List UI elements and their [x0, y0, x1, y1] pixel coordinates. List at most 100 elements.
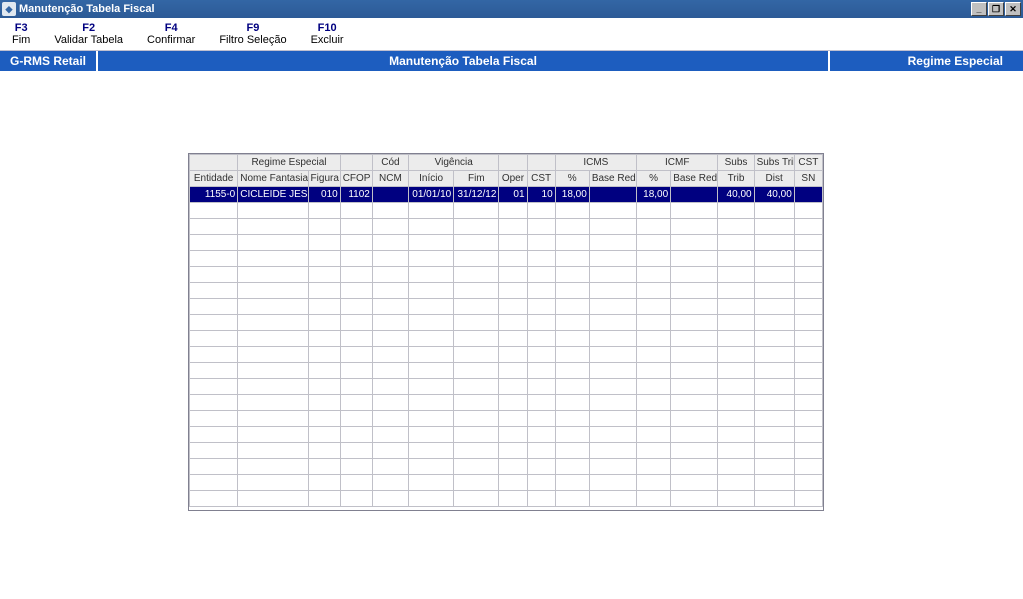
cell[interactable] [340, 491, 372, 507]
cell[interactable]: 40,00 [718, 187, 754, 203]
cell[interactable] [499, 235, 527, 251]
cell[interactable] [794, 459, 822, 475]
cell[interactable] [499, 459, 527, 475]
cell[interactable] [238, 443, 308, 459]
data-grid[interactable]: Regime EspecialCódVigênciaICMSICMFSubsSu… [189, 154, 823, 507]
cell[interactable] [454, 299, 499, 315]
cell[interactable] [754, 251, 794, 267]
cell[interactable] [409, 315, 454, 331]
restore-button[interactable]: ❐ [988, 2, 1004, 16]
cell[interactable] [527, 251, 555, 267]
cell[interactable] [555, 299, 589, 315]
cell[interactable] [555, 331, 589, 347]
cell[interactable] [238, 315, 308, 331]
cell[interactable] [637, 299, 671, 315]
cell[interactable] [589, 267, 636, 283]
cell[interactable] [671, 283, 718, 299]
table-row[interactable] [190, 203, 823, 219]
cell[interactable] [308, 395, 340, 411]
cell[interactable] [372, 459, 408, 475]
table-row[interactable] [190, 315, 823, 331]
cell[interactable] [454, 459, 499, 475]
cell[interactable] [454, 475, 499, 491]
cell[interactable] [527, 347, 555, 363]
cell[interactable] [499, 427, 527, 443]
cell[interactable] [718, 331, 754, 347]
cell[interactable]: 01/01/10 [409, 187, 454, 203]
cell[interactable] [499, 475, 527, 491]
cell[interactable] [372, 267, 408, 283]
cell[interactable] [671, 203, 718, 219]
cell[interactable] [671, 235, 718, 251]
cell[interactable] [340, 459, 372, 475]
cell[interactable] [409, 235, 454, 251]
cell[interactable] [308, 363, 340, 379]
table-row[interactable] [190, 427, 823, 443]
cell[interactable] [372, 315, 408, 331]
cell[interactable] [794, 203, 822, 219]
cell[interactable] [637, 491, 671, 507]
cell[interactable] [671, 267, 718, 283]
cell[interactable] [409, 395, 454, 411]
cell[interactable] [190, 443, 238, 459]
column-header[interactable]: Oper [499, 171, 527, 187]
cell[interactable] [340, 379, 372, 395]
cell[interactable] [794, 363, 822, 379]
cell[interactable] [409, 475, 454, 491]
cell[interactable] [308, 299, 340, 315]
cell[interactable] [454, 363, 499, 379]
cell[interactable]: 010 [308, 187, 340, 203]
cell[interactable] [589, 347, 636, 363]
cell[interactable] [555, 251, 589, 267]
cell[interactable] [754, 491, 794, 507]
cell[interactable] [555, 491, 589, 507]
cell[interactable] [637, 411, 671, 427]
cell[interactable] [637, 395, 671, 411]
cell[interactable] [718, 395, 754, 411]
cell[interactable] [372, 379, 408, 395]
cell[interactable] [340, 443, 372, 459]
cell[interactable] [409, 219, 454, 235]
cell[interactable] [527, 475, 555, 491]
cell[interactable]: 18,00 [555, 187, 589, 203]
cell[interactable] [454, 395, 499, 411]
cell[interactable] [671, 315, 718, 331]
cell[interactable] [190, 347, 238, 363]
cell[interactable] [589, 235, 636, 251]
cell[interactable] [555, 219, 589, 235]
cell[interactable] [454, 491, 499, 507]
cell[interactable] [637, 427, 671, 443]
toolbar-button-f4[interactable]: F4Confirmar [135, 20, 207, 48]
cell[interactable] [454, 315, 499, 331]
cell[interactable] [372, 347, 408, 363]
cell[interactable] [372, 235, 408, 251]
cell[interactable] [555, 267, 589, 283]
cell[interactable] [527, 315, 555, 331]
cell[interactable] [238, 203, 308, 219]
cell[interactable] [340, 331, 372, 347]
cell[interactable] [754, 235, 794, 251]
cell[interactable] [499, 315, 527, 331]
cell[interactable] [589, 331, 636, 347]
cell[interactable] [340, 283, 372, 299]
cell[interactable] [555, 411, 589, 427]
cell[interactable] [718, 251, 754, 267]
cell[interactable] [794, 331, 822, 347]
table-row[interactable] [190, 459, 823, 475]
cell[interactable] [527, 283, 555, 299]
cell[interactable] [527, 219, 555, 235]
cell[interactable] [409, 427, 454, 443]
cell[interactable] [589, 203, 636, 219]
cell[interactable] [794, 251, 822, 267]
table-row[interactable] [190, 475, 823, 491]
cell[interactable] [238, 363, 308, 379]
cell[interactable] [637, 363, 671, 379]
cell[interactable] [794, 491, 822, 507]
cell[interactable] [794, 475, 822, 491]
cell[interactable] [238, 267, 308, 283]
cell[interactable] [718, 219, 754, 235]
cell[interactable] [589, 187, 636, 203]
cell[interactable] [409, 379, 454, 395]
toolbar-button-f2[interactable]: F2Validar Tabela [42, 20, 135, 48]
cell[interactable] [718, 475, 754, 491]
